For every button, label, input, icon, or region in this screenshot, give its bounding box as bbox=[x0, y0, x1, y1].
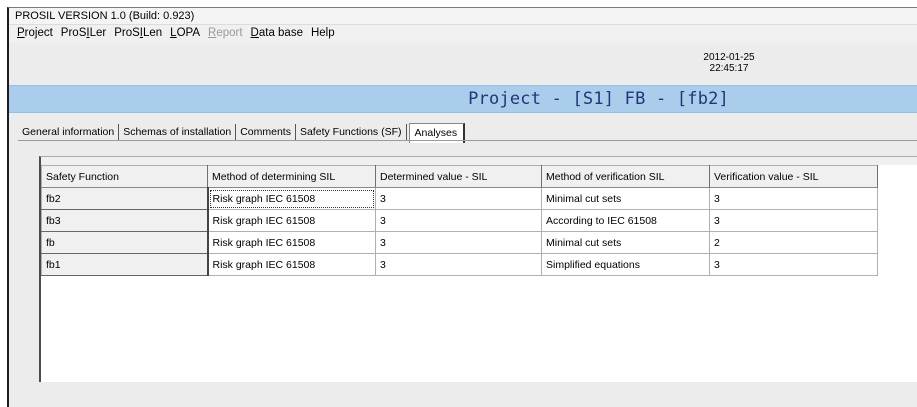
cell-method-determining[interactable]: Risk graph IEC 61508 bbox=[207, 253, 376, 276]
cell-method-verification[interactable]: Simplified equations bbox=[541, 253, 710, 276]
app-window: PROSIL VERSION 1.0 (Build: 0.923) Projec… bbox=[7, 7, 917, 407]
analyses-grid-panel: Safety Function Method of determining SI… bbox=[39, 156, 917, 382]
window-title: PROSIL VERSION 1.0 (Build: 0.923) bbox=[9, 8, 917, 25]
analyses-grid: Safety Function Method of determining SI… bbox=[41, 165, 878, 276]
table-row[interactable]: fb1 Risk graph IEC 61508 3 Simplified eq… bbox=[41, 253, 878, 276]
menu-bar: Project ProSILer ProSILen LOPA Report Da… bbox=[9, 25, 917, 43]
cell-method-determining[interactable]: Risk graph IEC 61508 bbox=[207, 231, 376, 254]
tab-schemas-of-installation[interactable]: Schemas of installation bbox=[119, 124, 237, 141]
time-label: 22:45:17 bbox=[709, 63, 749, 74]
menu-database[interactable]: Data base bbox=[248, 25, 308, 43]
menu-project[interactable]: Project bbox=[14, 25, 58, 43]
grid-top-strip bbox=[41, 157, 917, 165]
column-header-safety-function[interactable]: Safety Function bbox=[41, 165, 208, 188]
tab-safety-functions[interactable]: Safety Functions (SF) bbox=[296, 124, 407, 141]
project-title: Project - [S1] FB - [fb2] bbox=[468, 89, 729, 109]
grid-header-row: Safety Function Method of determining SI… bbox=[41, 165, 878, 188]
column-header-determined-value[interactable]: Determined value - SIL bbox=[375, 165, 542, 188]
table-row[interactable]: fb Risk graph IEC 61508 3 Minimal cut se… bbox=[41, 231, 878, 254]
cell-determined-value[interactable]: 3 bbox=[375, 187, 542, 210]
cell-verification-value[interactable]: 3 bbox=[709, 253, 878, 276]
menu-help[interactable]: Help bbox=[308, 25, 340, 43]
table-row[interactable]: fb2 Risk graph IEC 61508 3 Minimal cut s… bbox=[41, 187, 878, 210]
cell-verification-value[interactable]: 3 bbox=[709, 209, 878, 232]
cell-method-verification[interactable]: According to IEC 61508 bbox=[541, 209, 710, 232]
cell-determined-value[interactable]: 3 bbox=[375, 253, 542, 276]
cell-verification-value[interactable]: 2 bbox=[709, 231, 878, 254]
cell-determined-value[interactable]: 3 bbox=[375, 231, 542, 254]
cell-method-verification[interactable]: Minimal cut sets bbox=[541, 187, 710, 210]
cell-method-verification[interactable]: Minimal cut sets bbox=[541, 231, 710, 254]
cell-determined-value[interactable]: 3 bbox=[375, 209, 542, 232]
table-row[interactable]: fb3 Risk graph IEC 61508 3 According to … bbox=[41, 209, 878, 232]
column-header-method-verification[interactable]: Method of verification SIL bbox=[541, 165, 710, 188]
column-header-verification-value[interactable]: Verification value - SIL bbox=[709, 165, 878, 188]
column-header-method-determining[interactable]: Method of determining SIL bbox=[207, 165, 376, 188]
menu-lopa[interactable]: LOPA bbox=[167, 25, 205, 43]
menu-report[interactable]: Report bbox=[205, 25, 248, 43]
project-header-bar: Project - [S1] FB - [fb2] bbox=[9, 85, 917, 113]
row-safety-function[interactable]: fb1 bbox=[41, 253, 209, 276]
tab-comments[interactable]: Comments bbox=[236, 124, 296, 141]
cell-method-determining[interactable]: Risk graph IEC 61508 bbox=[207, 209, 376, 232]
datetime-display: 2012-01-25 22:45:17 bbox=[694, 52, 764, 74]
tab-divider bbox=[18, 140, 917, 141]
menu-prosiler[interactable]: ProSILer bbox=[58, 25, 111, 43]
date-label: 2012-01-25 bbox=[703, 52, 755, 63]
tab-general-information[interactable]: General information bbox=[18, 124, 120, 141]
row-safety-function[interactable]: fb2 bbox=[41, 187, 209, 210]
tab-strip: General information Schemas of installat… bbox=[18, 121, 466, 143]
cell-verification-value[interactable]: 3 bbox=[709, 187, 878, 210]
row-safety-function[interactable]: fb bbox=[41, 231, 209, 254]
menu-prosilen[interactable]: ProSILen bbox=[111, 25, 167, 43]
cell-method-determining[interactable]: Risk graph IEC 61508 bbox=[207, 187, 376, 210]
row-safety-function[interactable]: fb3 bbox=[41, 209, 209, 232]
